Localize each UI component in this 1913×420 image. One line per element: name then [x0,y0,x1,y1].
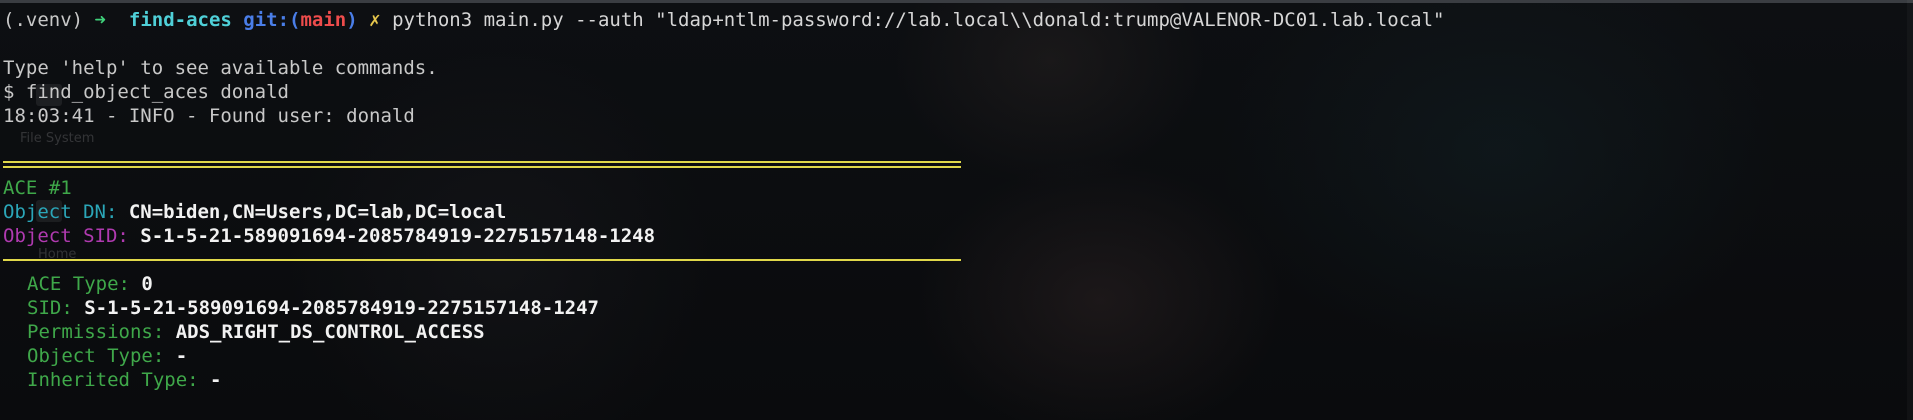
git-label-close: ) [346,9,358,31]
sid-label: SID: [27,297,85,319]
single-separator [3,259,961,261]
prompt-arrow-icon: ➜ [94,9,106,31]
terminal-output[interactable]: (.venv) ➜ find-aces git:(main) ✗ python3… [0,0,1913,420]
ace-field-row: Inherited Type: - [27,368,221,392]
shell-prompt-line: (.venv) ➜ find-aces git:(main) ✗ python3… [3,8,1444,32]
ace-type-label: ACE Type: [27,273,142,295]
object-dn-label: Object DN: [3,201,129,223]
object-dn-line: Object DN: CN=biden,CN=Users,DC=lab,DC=l… [3,200,506,224]
sid-value: S-1-5-21-589091694-2085784919-2275157148… [84,297,599,319]
ace-header: ACE #1 [3,177,72,199]
ace-field-row: Permissions: ADS_RIGHT_DS_CONTROL_ACCESS [27,320,485,344]
ace-type-value: 0 [141,273,153,295]
shell-command: python3 main.py --auth "ldap+ntlm-passwo… [392,9,1445,31]
log-line: 18:03:41 - INFO - Found user: donald [3,105,415,127]
help-hint: Type 'help' to see available commands. [3,57,438,79]
ace-field-row: ACE Type: 0 [27,272,153,296]
git-dirty-icon: ✗ [369,9,381,31]
interactive-prompt: $ [3,81,26,103]
object-dn-value: CN=biden,CN=Users,DC=lab,DC=local [128,201,507,223]
venv-indicator: (.venv) [3,9,84,31]
object-type-value: - [175,345,188,367]
double-separator [3,161,961,168]
git-branch: main [300,9,347,31]
permissions-value: ADS_RIGHT_DS_CONTROL_ACCESS [175,321,485,343]
ace-field-row: Object Type: - [27,344,187,368]
git-label: git:( [243,9,301,31]
terminal-scrollbar[interactable] [1907,0,1913,420]
object-sid-label: Object SID: [3,225,141,247]
object-sid-line: Object SID: S-1-5-21-589091694-208578491… [3,224,655,248]
permissions-label: Permissions: [27,321,176,343]
inherited-type-label: Inherited Type: [27,369,211,391]
interactive-command-line: $ find_object_aces donald [3,80,289,104]
interactive-command: find_object_aces donald [25,81,289,103]
current-directory: find-aces [128,9,232,31]
ace-field-row: SID: S-1-5-21-589091694-2085784919-22751… [27,296,599,320]
inherited-type-value: - [210,369,222,391]
object-type-label: Object Type: [27,345,176,367]
object-sid-value: S-1-5-21-589091694-2085784919-2275157148… [140,225,656,247]
